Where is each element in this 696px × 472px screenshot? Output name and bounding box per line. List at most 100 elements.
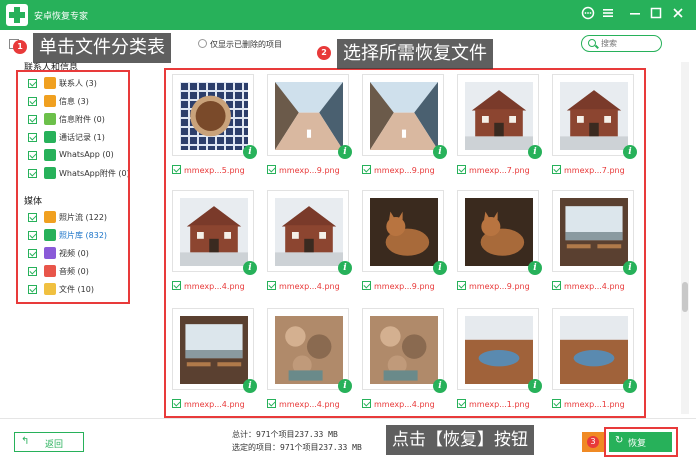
file-name-row[interactable]: mmexp...9.png — [362, 165, 435, 175]
thumbnail-image — [465, 82, 533, 150]
info-icon[interactable]: i — [243, 379, 257, 393]
info-icon[interactable]: i — [243, 261, 257, 275]
back-button[interactable]: ↰ 返回 — [14, 432, 84, 452]
recover-button-label: 恢复 — [628, 439, 647, 449]
file-name-row[interactable]: mmexp...4.png — [267, 399, 340, 409]
file-name-row[interactable]: mmexp...4.png — [267, 281, 340, 291]
recover-button[interactable]: ↻ 恢复 — [609, 432, 672, 452]
file-name-row[interactable]: mmexp...5.png — [172, 165, 245, 175]
file-name: mmexp...9.png — [469, 282, 530, 291]
info-icon[interactable]: i — [338, 261, 352, 275]
only-deleted-label: 仅显示已删除的项目 — [210, 40, 282, 49]
file-checkbox[interactable] — [457, 399, 466, 408]
file-thumbnail[interactable]: i — [457, 190, 542, 275]
file-thumbnail[interactable]: i — [267, 308, 352, 393]
feedback-icon[interactable] — [580, 6, 596, 22]
file-checkbox[interactable] — [267, 399, 276, 408]
info-icon[interactable]: i — [433, 379, 447, 393]
file-checkbox[interactable] — [362, 165, 371, 174]
scrollbar-track[interactable] — [681, 62, 689, 414]
menu-icon[interactable] — [600, 6, 616, 22]
file-thumbnail[interactable]: i — [172, 190, 257, 275]
file-name: mmexp...4.png — [279, 400, 340, 409]
search-box[interactable] — [581, 35, 662, 52]
file-checkbox[interactable] — [362, 399, 371, 408]
file-name-row[interactable]: mmexp...9.png — [362, 281, 435, 291]
info-icon[interactable]: i — [528, 379, 542, 393]
file-checkbox[interactable] — [362, 281, 371, 290]
file-name-row[interactable]: mmexp...9.png — [457, 281, 530, 291]
file-name: mmexp...1.png — [469, 400, 530, 409]
thumbnail-image — [560, 82, 628, 150]
info-icon[interactable]: i — [623, 145, 637, 159]
file-checkbox[interactable] — [172, 399, 181, 408]
annotation-callout-1: 单击文件分类表 — [33, 33, 171, 63]
annotation-badge-1: 1 — [13, 40, 27, 54]
file-checkbox[interactable] — [267, 281, 276, 290]
file-checkbox[interactable] — [552, 281, 561, 290]
file-thumbnail[interactable]: i — [362, 190, 447, 275]
file-thumbnail[interactable]: i — [362, 308, 447, 393]
info-icon[interactable]: i — [623, 379, 637, 393]
thumbnail-image — [465, 198, 533, 266]
thumbnail-image — [180, 198, 248, 266]
info-icon[interactable]: i — [338, 379, 352, 393]
file-thumbnail[interactable]: i — [172, 308, 257, 393]
file-name: mmexp...7.png — [469, 166, 530, 175]
file-name-row[interactable]: mmexp...1.png — [457, 399, 530, 409]
file-thumbnail[interactable]: i — [552, 74, 637, 159]
file-checkbox[interactable] — [172, 165, 181, 174]
thumbnail-image — [370, 316, 438, 384]
info-icon[interactable]: i — [243, 145, 257, 159]
file-name: mmexp...4.png — [184, 282, 245, 291]
info-icon[interactable]: i — [623, 261, 637, 275]
info-icon[interactable]: i — [338, 145, 352, 159]
title-bar: 安卓恢复专家 — [0, 0, 696, 30]
scrollbar-thumb[interactable] — [682, 282, 688, 312]
file-thumbnail[interactable]: i — [267, 74, 352, 159]
file-name-row[interactable]: mmexp...4.png — [362, 399, 435, 409]
file-thumbnail[interactable]: i — [457, 74, 542, 159]
info-icon[interactable]: i — [528, 145, 542, 159]
annotation-box-categories — [16, 70, 130, 304]
file-name: mmexp...7.png — [564, 166, 625, 175]
file-name-row[interactable]: mmexp...1.png — [552, 399, 625, 409]
only-deleted-radio[interactable] — [198, 39, 207, 48]
file-name-row[interactable]: mmexp...4.png — [172, 281, 245, 291]
info-icon[interactable]: i — [433, 261, 447, 275]
file-checkbox[interactable] — [552, 165, 561, 174]
only-deleted-toggle[interactable]: 仅显示已删除的项目 — [198, 39, 282, 50]
thumbnail-image — [560, 198, 628, 266]
file-name-row[interactable]: mmexp...7.png — [552, 165, 625, 175]
file-name: mmexp...9.png — [374, 282, 435, 291]
total-summary: 总计：971个项目237.33 MB — [232, 430, 338, 439]
file-checkbox[interactable] — [552, 399, 561, 408]
file-name-row[interactable]: mmexp...9.png — [267, 165, 340, 175]
annotation-badge-3: 3 — [587, 436, 599, 448]
info-icon[interactable]: i — [528, 261, 542, 275]
file-thumbnail[interactable]: i — [552, 190, 637, 275]
close-icon[interactable] — [670, 6, 686, 22]
maximize-icon[interactable] — [648, 6, 664, 22]
file-thumbnail[interactable]: i — [267, 190, 352, 275]
info-icon[interactable]: i — [433, 145, 447, 159]
annotation-callout-3: 点击【恢复】按钮 — [386, 425, 534, 455]
annotation-badge-2: 2 — [317, 46, 331, 60]
file-checkbox[interactable] — [172, 281, 181, 290]
thumbnail-image — [180, 82, 248, 150]
file-name-row[interactable]: mmexp...7.png — [457, 165, 530, 175]
file-checkbox[interactable] — [457, 165, 466, 174]
minimize-icon[interactable] — [627, 6, 643, 22]
thumbnail-image — [275, 82, 343, 150]
app-logo-icon — [6, 4, 28, 26]
file-name-row[interactable]: mmexp...4.png — [172, 399, 245, 409]
file-thumbnail[interactable]: i — [362, 74, 447, 159]
file-name-row[interactable]: mmexp...4.png — [552, 281, 625, 291]
file-checkbox[interactable] — [457, 281, 466, 290]
file-checkbox[interactable] — [267, 165, 276, 174]
file-thumbnail[interactable]: i — [172, 74, 257, 159]
file-thumbnail[interactable]: i — [552, 308, 637, 393]
file-thumbnail[interactable]: i — [457, 308, 542, 393]
file-name: mmexp...4.png — [564, 282, 625, 291]
search-input[interactable] — [601, 38, 659, 49]
